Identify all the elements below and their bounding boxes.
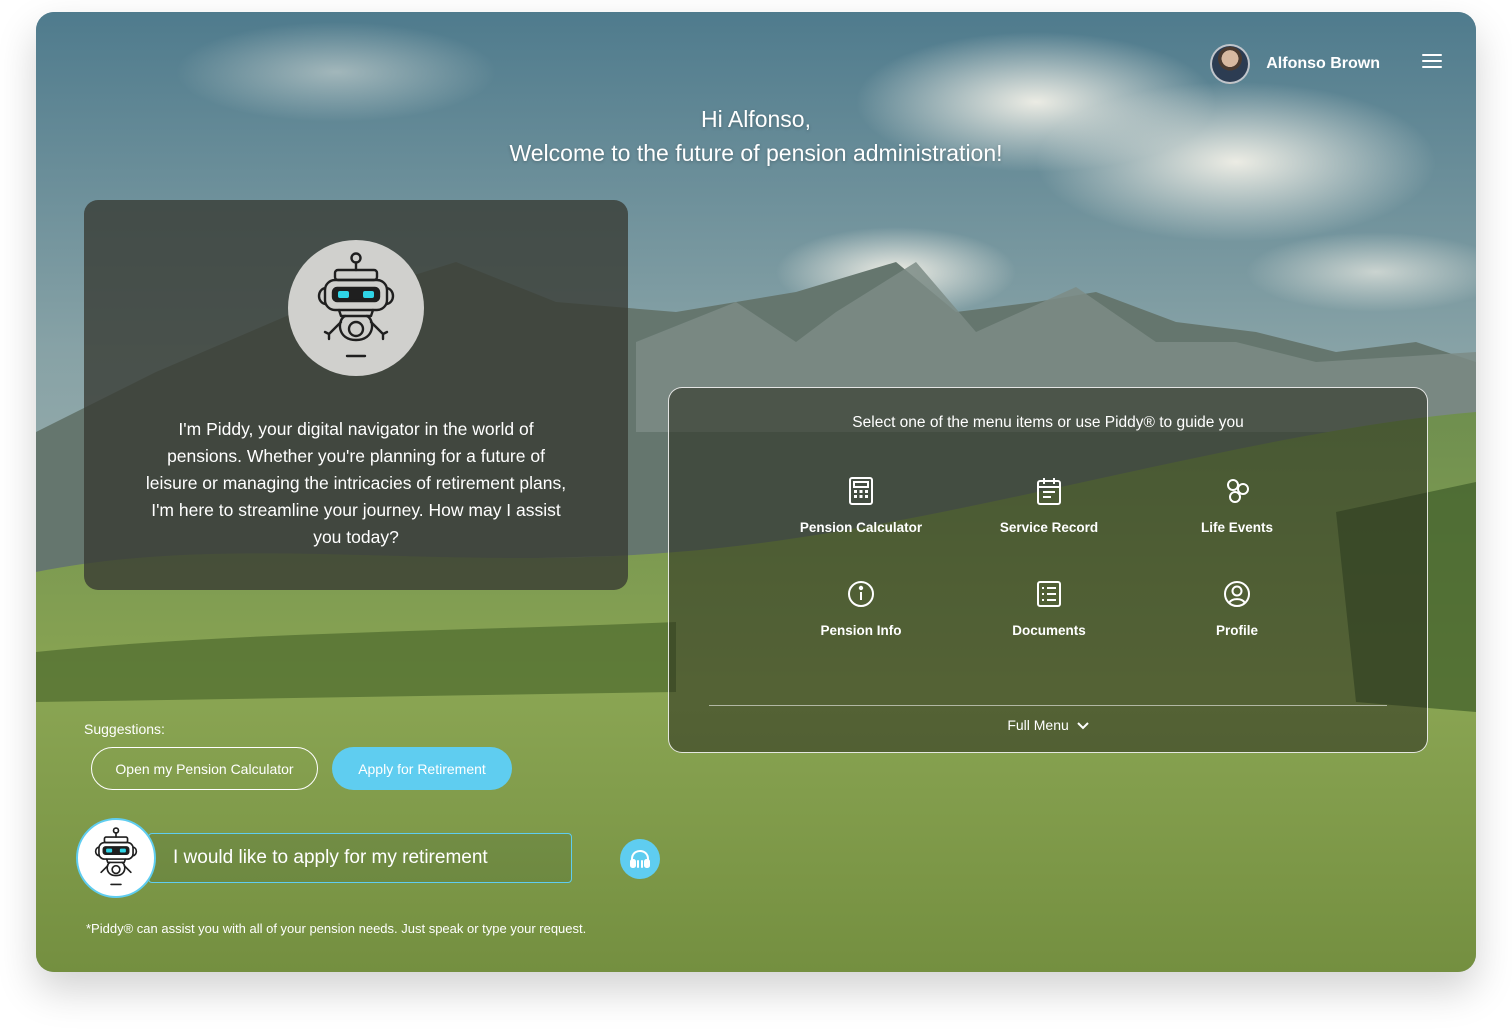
greeting: Hi Alfonso, Welcome to the future of pen… (36, 102, 1476, 170)
menu-item-label: Documents (1012, 623, 1086, 638)
user-name[interactable]: Alfonso Brown (1266, 55, 1380, 73)
menu-item-documents[interactable]: Documents (955, 579, 1143, 682)
headphones-icon (630, 849, 650, 868)
documents-icon (1037, 581, 1061, 607)
piddy-small-avatar (76, 818, 156, 898)
menu-item-profile[interactable]: Profile (1143, 579, 1331, 682)
suggestions-label: Suggestions: (84, 721, 165, 737)
voice-button[interactable] (620, 839, 660, 879)
menu-item-label: Life Events (1200, 520, 1274, 535)
menu-item-pension-calculator[interactable]: Pension Calculator (767, 476, 955, 579)
hamburger-menu-icon[interactable] (1422, 54, 1442, 70)
menu-divider (709, 705, 1387, 706)
menu-grid: Pension Calculator Service Record Life E… (767, 476, 1331, 682)
life-events-icon (1227, 479, 1249, 503)
info-icon (848, 581, 874, 607)
profile-icon (1224, 581, 1250, 607)
menu-item-life-events[interactable]: Life Events (1143, 476, 1331, 579)
calculator-icon (849, 477, 873, 505)
menu-item-service-record[interactable]: Service Record (955, 476, 1143, 579)
menu-item-label: Profile (1215, 623, 1258, 638)
suggestion-open-pension-calculator[interactable]: Open my Pension Calculator (91, 747, 318, 790)
menu-title: Select one of the menu items or use Pidd… (852, 414, 1244, 431)
user-menu[interactable]: Alfonso Brown (1210, 44, 1380, 84)
menu-item-label: Pension Info (820, 623, 902, 638)
greeting-line-1: Hi Alfonso, (701, 106, 811, 132)
menu-item-label: Service Record (999, 520, 1099, 535)
menu-item-label: Pension Calculator (799, 520, 923, 535)
piddy-intro-card: I'm Piddy, your digital navigator in the… (84, 200, 628, 590)
app-frame: Alfonso Brown Hi Alfonso, Welcome to the… (36, 12, 1476, 972)
footnote: *Piddy® can assist you with all of your … (86, 921, 587, 936)
greeting-line-2: Welcome to the future of pension adminis… (509, 140, 1003, 166)
calendar-note-icon (1037, 478, 1061, 505)
piddy-message: I'm Piddy, your digital navigator in the… (145, 419, 567, 547)
full-menu-label: Full Menu (1007, 717, 1069, 733)
menu-item-pension-info[interactable]: Pension Info (767, 579, 955, 682)
user-avatar[interactable] (1210, 44, 1251, 84)
main-menu-card: Select one of the menu items or use Pidd… (668, 387, 1428, 753)
piddy-avatar (288, 240, 424, 376)
chevron-down-icon (1076, 722, 1089, 730)
robot-icon (317, 252, 395, 358)
full-menu-button[interactable]: Full Menu (669, 717, 1427, 733)
robot-icon (94, 827, 138, 886)
suggestion-apply-for-retirement[interactable]: Apply for Retirement (332, 747, 512, 790)
chat-input[interactable]: I would like to apply for my retirement (148, 833, 572, 883)
